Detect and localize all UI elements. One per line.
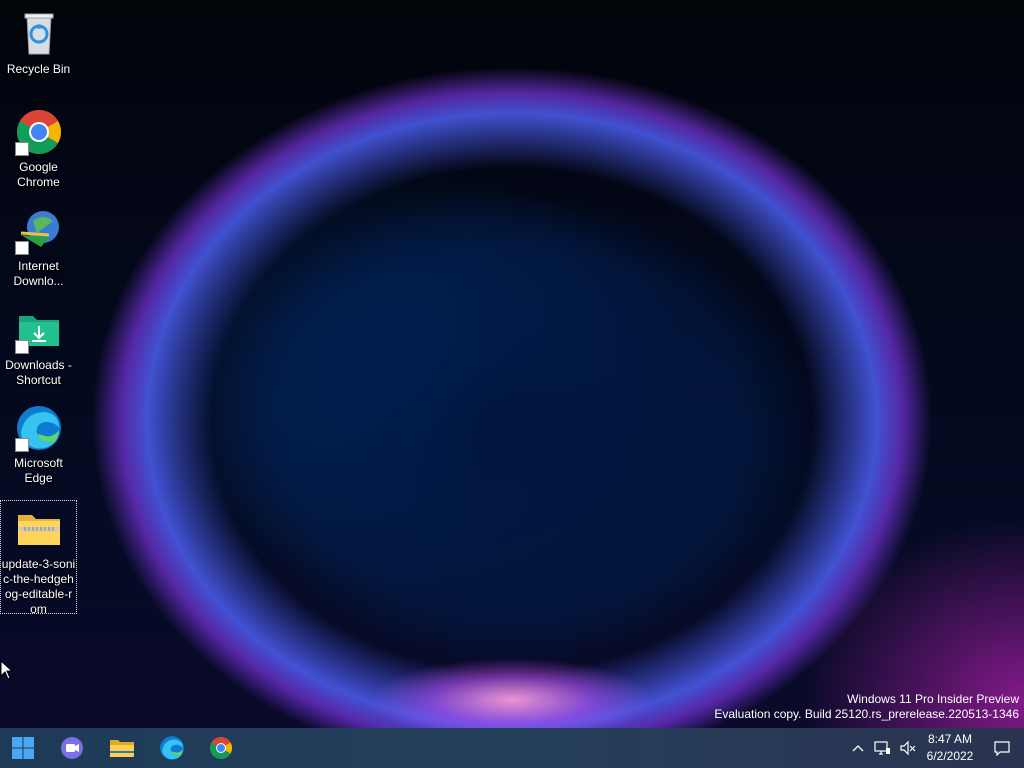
notification-icon [994,741,1010,756]
file-explorer-button[interactable] [102,728,142,768]
shortcut-arrow-icon [14,438,29,452]
shortcut-arrow-icon [14,241,29,255]
mouse-cursor-icon [0,659,14,685]
desktop-icon-internet-download-manager[interactable]: Internet Downlo... [0,203,77,289]
show-hidden-icons-button[interactable] [848,728,868,768]
chevron-up-icon [852,745,864,752]
desktop-icon-microsoft-edge[interactable]: Microsoft Edge [0,400,77,486]
chrome-icon [14,108,63,156]
file-explorer-icon [110,740,134,757]
clock-time: 8:47 AM [927,732,973,746]
network-status-button[interactable] [872,728,892,768]
zip-folder-icon [15,505,63,553]
desktop-icon-label: Internet Downlo... [13,259,64,288]
desktop-icon-label: Microsoft Edge [14,456,63,485]
notifications-button[interactable] [988,728,1016,768]
shortcut-arrow-icon [14,142,29,156]
desktop-icon-label: Downloads - Shortcut [5,358,72,387]
network-icon [874,741,890,755]
recycle-bin-icon [15,10,63,58]
desktop-icon-label: Google Chrome [17,160,60,189]
chrome-taskbar-button[interactable] [201,728,241,768]
volume-button[interactable] [897,728,919,768]
clock-button[interactable]: 8:47 AM 6/2/2022 [918,731,982,765]
taskbar: 8:47 AM 6/2/2022 [0,728,1024,768]
clock-date: 6/2/2022 [926,749,974,763]
edge-taskbar-button[interactable] [152,728,192,768]
desktop-icon-label: update-3-sonic-the-hedgehog-editable-rom [1,557,76,616]
edge-icon [160,736,184,760]
downloads-folder-icon [14,306,63,354]
watermark-line2: Evaluation copy. Build 25120.rs_prerelea… [714,707,1019,721]
teams-chat-icon [61,737,83,759]
watermark-line1: Windows 11 Pro Insider Preview [847,692,1019,706]
shortcut-arrow-icon [14,340,29,354]
volume-muted-icon [900,740,916,756]
desktop-icon-recycle-bin[interactable]: Recycle Bin [0,6,77,77]
desktop-icon-label: Recycle Bin [6,62,71,76]
windows-watermark: Windows 11 Pro Insider Preview Evaluatio… [714,692,1019,722]
edge-icon [14,404,63,452]
desktop-icon-downloads-shortcut[interactable]: Downloads - Shortcut [0,302,77,388]
windows-logo-icon [12,737,34,759]
desktop-icon-sonic-rom-zip[interactable]: update-3-sonic-the-hedgehog-editable-rom [0,500,77,616]
internet-download-manager-icon [14,207,63,255]
desktop[interactable]: Recycle Bin Google Chrome Internet Downl… [0,0,1024,728]
teams-chat-button[interactable] [52,728,92,768]
desktop-icon-google-chrome[interactable]: Google Chrome [0,104,77,190]
start-button[interactable] [3,728,43,768]
chrome-icon [210,737,232,759]
